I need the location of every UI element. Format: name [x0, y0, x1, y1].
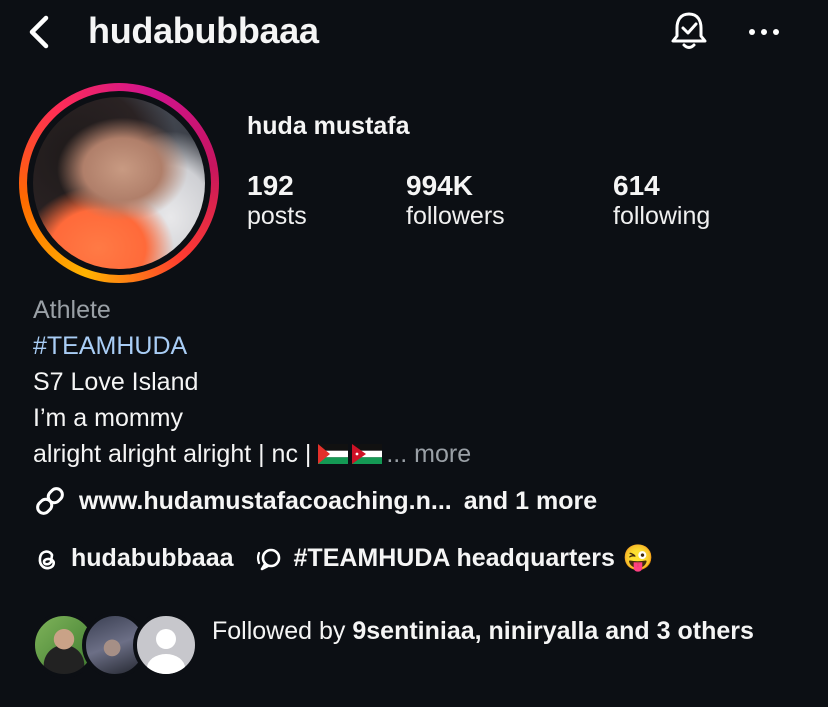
bell-check-icon — [671, 12, 707, 49]
threads-profile-link[interactable]: hudabubbaaa — [33, 544, 234, 573]
stat-value: 994K — [406, 170, 473, 201]
mutual-avatar-3 — [133, 612, 199, 678]
jordan-flag-icon — [352, 444, 383, 464]
channel-name: #TEAMHUDA headquarters — [293, 544, 615, 572]
default-person-icon — [147, 629, 185, 674]
followed-by-names: 9sentiniaa, niniryalla — [352, 617, 599, 645]
bio-line: S7 Love Island — [33, 368, 199, 396]
stat-label: followers — [406, 202, 505, 230]
bio-ellipsis: ... — [386, 440, 408, 468]
stat-following[interactable]: 614 following — [613, 170, 710, 231]
bio-line: I’m a mommy — [33, 404, 183, 432]
stat-label: posts — [247, 202, 307, 230]
bio-hashtag-link[interactable]: #TEAMHUDA — [33, 332, 187, 361]
stat-value: 192 — [247, 170, 294, 201]
broadcast-channel-link[interactable]: #TEAMHUDA headquarters 😜 — [256, 544, 655, 573]
followed-by-suffix: and 3 others — [598, 617, 754, 645]
header-username: hudabubbaaa — [88, 10, 319, 51]
threads-row: hudabubbaaa #TEAMHUDA headquarters 😜 — [33, 544, 654, 573]
stat-label: following — [613, 202, 711, 230]
channel-chat-icon — [256, 548, 280, 570]
palestine-flag-icon — [318, 444, 349, 464]
ellipsis-icon — [749, 29, 779, 35]
stat-value: 614 — [613, 170, 660, 201]
avatar-ring-gap — [27, 91, 211, 275]
stat-posts[interactable]: 192 posts — [247, 170, 307, 231]
link-icon — [36, 487, 64, 515]
bio-text: alright alright alright | nc | — [33, 440, 319, 468]
display-name: huda mustafa — [247, 112, 410, 140]
bio-more-button[interactable]: more — [414, 440, 471, 468]
back-button[interactable] — [22, 14, 58, 50]
stat-followers[interactable]: 994K followers — [406, 170, 505, 231]
external-link-row[interactable]: www.hudamustafacoaching.n... and 1 more — [33, 484, 597, 518]
bio-last-line: alright alright alright | nc | ... more — [33, 440, 471, 469]
threads-username: hudabubbaaa — [71, 544, 234, 572]
profile-category: Athlete — [33, 296, 111, 324]
more-options-button[interactable] — [746, 14, 782, 50]
followed-by-prefix: Followed by — [212, 617, 353, 645]
threads-icon — [38, 549, 55, 569]
external-link-url[interactable]: www.hudamustafacoaching.n... — [79, 487, 452, 516]
more-links-button[interactable]: and 1 more — [464, 487, 597, 516]
avatar-photo — [33, 97, 205, 269]
mutual-followers-avatars[interactable] — [0, 612, 210, 684]
notifications-button[interactable] — [668, 10, 710, 52]
followed-by-text[interactable]: Followed by 9sentiniaa, niniryalla and 3… — [212, 614, 812, 649]
channel-emoji: 😜 — [622, 544, 655, 572]
chevron-left-icon — [29, 15, 49, 49]
profile-avatar[interactable] — [19, 83, 219, 283]
